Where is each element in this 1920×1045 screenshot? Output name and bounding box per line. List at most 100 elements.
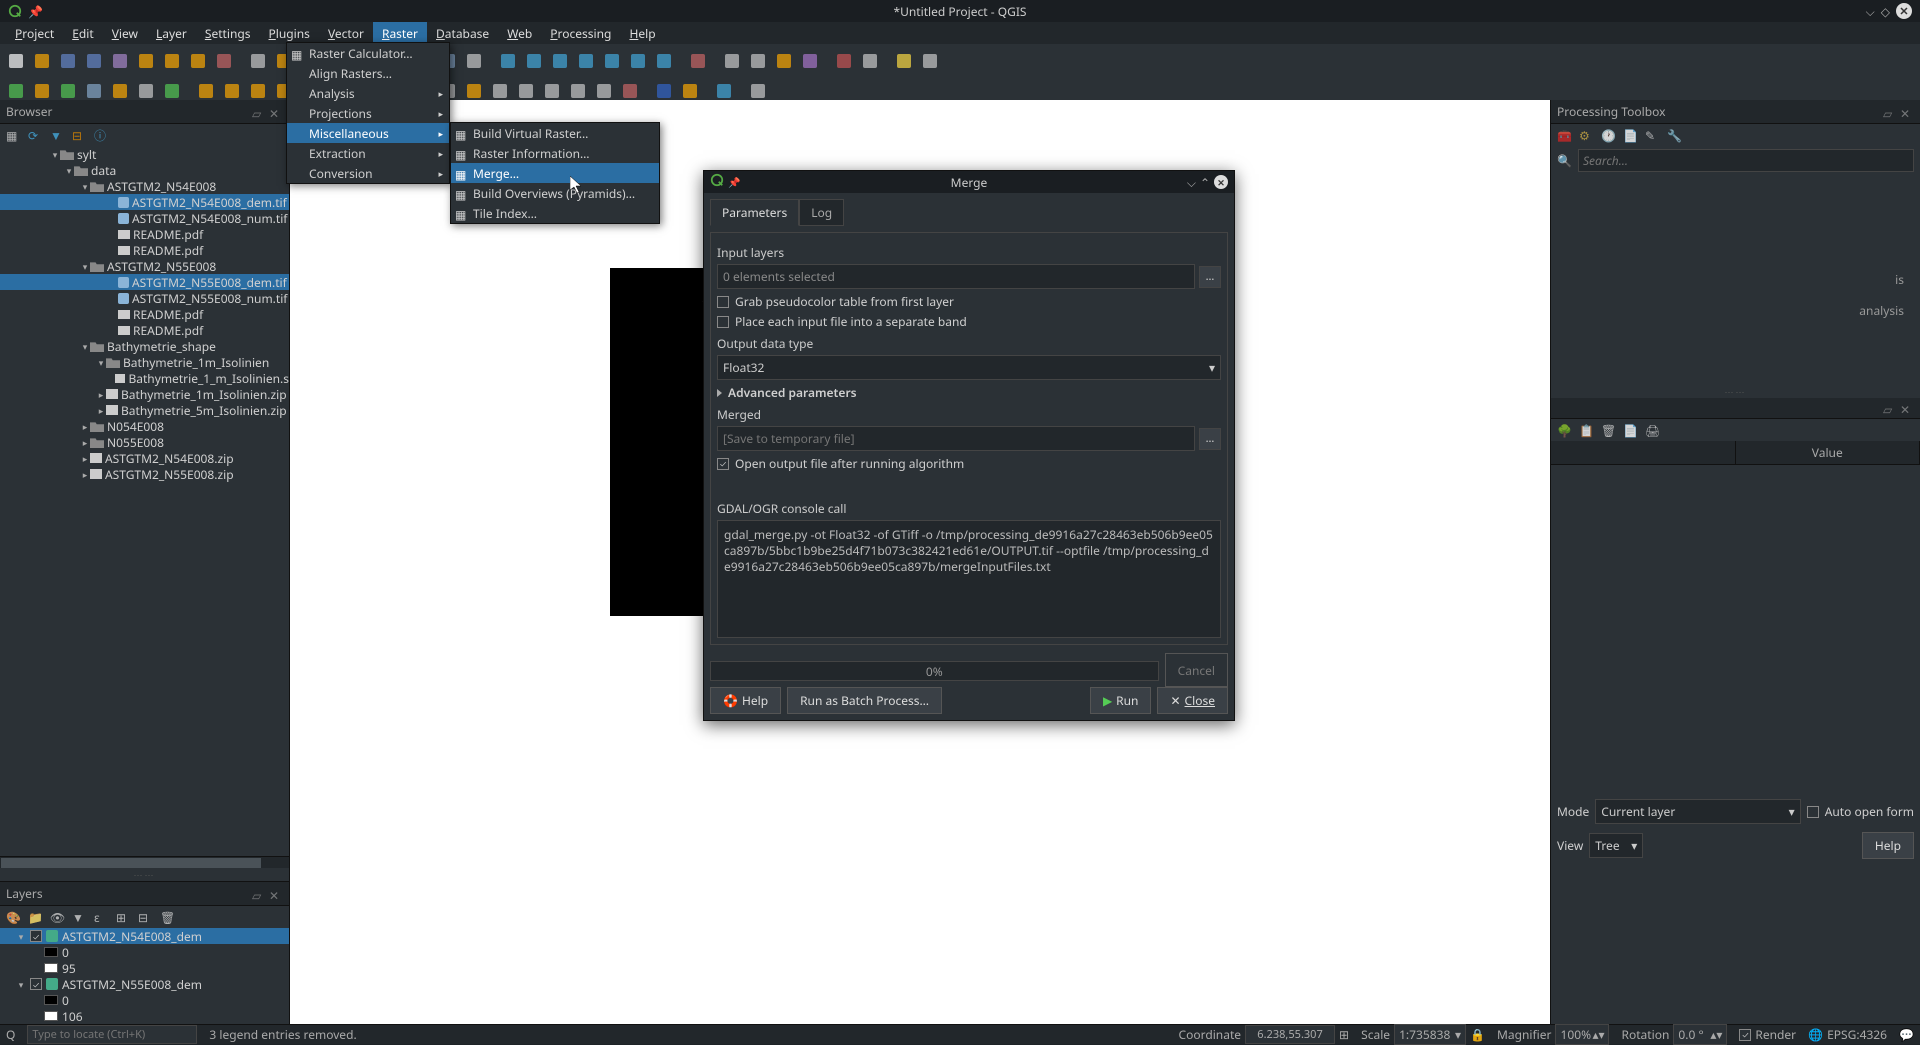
tree-item[interactable]: README.pdf (0, 242, 289, 258)
magnifier-input[interactable]: 100%▴▾ (1555, 1024, 1609, 1045)
tree-item[interactable]: ▸N054E008 (0, 418, 289, 434)
tree-item[interactable]: ▾sylt (0, 146, 289, 162)
visibility-icon[interactable]: 👁 (50, 909, 66, 925)
add-group-icon[interactable]: 📁 (28, 909, 44, 925)
mode-select[interactable]: Current layer▾ (1595, 799, 1800, 824)
help-button[interactable]: Help (1862, 832, 1914, 859)
close-button[interactable]: ✕Close (1157, 687, 1228, 714)
tab-parameters[interactable]: Parameters (710, 199, 799, 226)
toolbar-button[interactable] (772, 49, 796, 73)
crs-icon[interactable]: 🌐 (1808, 1026, 1823, 1043)
menu-item[interactable]: Projections▸ (287, 103, 449, 123)
browser-scrollbar[interactable] (0, 856, 289, 868)
expand-tree-icon[interactable]: 🌳 (1557, 422, 1573, 438)
minimize-icon[interactable]: ⌵ (1187, 174, 1196, 191)
tree-item[interactable]: ASTGTM2_N55E008_num.tif (0, 290, 289, 306)
history-icon[interactable]: 🕐 (1601, 127, 1617, 143)
toolbar-button[interactable] (858, 49, 882, 73)
menu-web[interactable]: Web (498, 22, 541, 45)
coordinate-input[interactable] (1245, 1025, 1335, 1044)
layers-tree[interactable]: ▾✓ASTGTM2_N54E008_dem095▾✓ASTGTM2_N55E00… (0, 928, 289, 1024)
menu-item[interactable]: ▦Raster Calculator… (287, 43, 449, 63)
toolbar-button[interactable] (548, 49, 572, 73)
menu-item[interactable]: Extraction▸ (287, 143, 449, 163)
toolbar-button[interactable] (626, 49, 650, 73)
toolbar-button[interactable] (746, 49, 770, 73)
toolbar-button[interactable] (82, 49, 106, 73)
menu-item[interactable]: ▦Raster Information… (451, 143, 659, 163)
identify-tree[interactable] (1551, 465, 1920, 795)
expression-icon[interactable]: ε (94, 909, 110, 925)
results-icon[interactable]: 📄 (1623, 127, 1639, 143)
remove-layer-icon[interactable]: 🗑 (160, 909, 176, 925)
grab-pseudo-checkbox[interactable] (717, 296, 729, 308)
tree-item[interactable]: Bathymetrie_1_m_Isolinien.s (0, 370, 289, 386)
toolbar-button[interactable] (798, 49, 822, 73)
model-icon[interactable]: ⚙ (1579, 127, 1595, 143)
filter-icon[interactable]: ▼ (50, 127, 66, 143)
panel-detach-icon[interactable]: ▱ (1883, 105, 1897, 119)
messages-icon[interactable]: 💬 (1899, 1026, 1914, 1043)
tree-item[interactable]: ASTGTM2_N54E008_dem.tif (0, 194, 289, 210)
refresh-icon[interactable]: ⟳ (28, 127, 44, 143)
toolbar-button[interactable] (600, 49, 624, 73)
merged-browse-button[interactable]: … (1199, 428, 1221, 450)
open-output-checkbox[interactable]: ✓ (717, 458, 729, 470)
toolbar-button[interactable] (160, 49, 184, 73)
menu-item[interactable]: ▦Build Virtual Raster… (451, 123, 659, 143)
collapse-all-icon[interactable]: ⊟ (138, 909, 154, 925)
layer-value[interactable]: 95 (0, 960, 289, 976)
menu-item[interactable]: Miscellaneous▸ (287, 123, 449, 143)
menu-help[interactable]: Help (620, 22, 664, 45)
panel-close-icon[interactable]: ✕ (269, 105, 283, 119)
toolbar-button[interactable] (574, 49, 598, 73)
tree-item[interactable]: ▾Bathymetrie_1m_Isolinien (0, 354, 289, 370)
toolbar-button[interactable] (496, 49, 520, 73)
menu-item[interactable]: Conversion▸ (287, 163, 449, 183)
maximize-icon[interactable]: ◇ (1881, 3, 1890, 20)
output-type-select[interactable]: Float32▾ (717, 355, 1221, 380)
copy-icon[interactable]: 📄 (1623, 422, 1639, 438)
panel-grip[interactable]: ⋯⋯ (0, 868, 289, 881)
layer-visibility-checkbox[interactable]: ✓ (30, 930, 42, 942)
pin-icon[interactable]: 📌 (728, 175, 740, 189)
processing-search-input[interactable] (1578, 149, 1914, 172)
edit-icon[interactable]: ✎ (1645, 127, 1661, 143)
processing-tree[interactable]: is analysis (1551, 175, 1920, 385)
layer-value[interactable]: 0 (0, 944, 289, 960)
view-select[interactable]: Tree▾ (1589, 833, 1643, 858)
tree-item[interactable]: README.pdf (0, 322, 289, 338)
merged-output-field[interactable] (717, 426, 1195, 451)
style-icon[interactable]: 🎨 (6, 909, 22, 925)
menu-settings[interactable]: Settings (196, 22, 260, 45)
run-button[interactable]: ▶Run (1090, 687, 1152, 714)
tree-item[interactable]: README.pdf (0, 226, 289, 242)
input-layers-field[interactable]: 0 elements selected (717, 264, 1195, 289)
panel-close-icon[interactable]: ✕ (1900, 401, 1914, 415)
panel-detach-icon[interactable]: ▱ (252, 887, 266, 901)
tree-item[interactable]: ▸Bathymetrie_1m_Isolinien.zip (0, 386, 289, 402)
menu-edit[interactable]: Edit (63, 22, 103, 45)
menu-item[interactable]: ▦Build Overviews (Pyramids)… (451, 183, 659, 203)
extents-icon[interactable]: ⊞ (1339, 1026, 1349, 1043)
toolbar-button[interactable] (918, 49, 942, 73)
lock-icon[interactable]: 🔒 (1470, 1026, 1485, 1043)
toolbar-button[interactable] (56, 49, 80, 73)
dialog-close-icon[interactable]: ✕ (1214, 175, 1228, 189)
tree-item[interactable]: ▾ASTGTM2_N55E008 (0, 258, 289, 274)
tree-item[interactable]: ASTGTM2_N55E008_dem.tif (0, 274, 289, 290)
panel-close-icon[interactable]: ✕ (269, 887, 283, 901)
render-checkbox[interactable]: ✓ (1739, 1029, 1751, 1041)
layer-value[interactable]: 106 (0, 1008, 289, 1024)
form-icon[interactable]: 📋 (1579, 422, 1595, 438)
layer-item[interactable]: ▾✓ASTGTM2_N55E008_dem (0, 976, 289, 992)
menu-view[interactable]: View (103, 22, 147, 45)
panel-detach-icon[interactable]: ▱ (1883, 401, 1897, 415)
options-icon[interactable]: 🔧 (1667, 127, 1683, 143)
panel-detach-icon[interactable]: ▱ (252, 105, 266, 119)
menu-item[interactable]: ▦Tile Index… (451, 203, 659, 223)
tree-item[interactable]: ASTGTM2_N54E008_num.tif (0, 210, 289, 226)
menu-item[interactable]: Analysis▸ (287, 83, 449, 103)
minimize-icon[interactable]: ⌵ (1866, 3, 1875, 20)
rollup-icon[interactable]: ⌃ (1200, 174, 1210, 191)
